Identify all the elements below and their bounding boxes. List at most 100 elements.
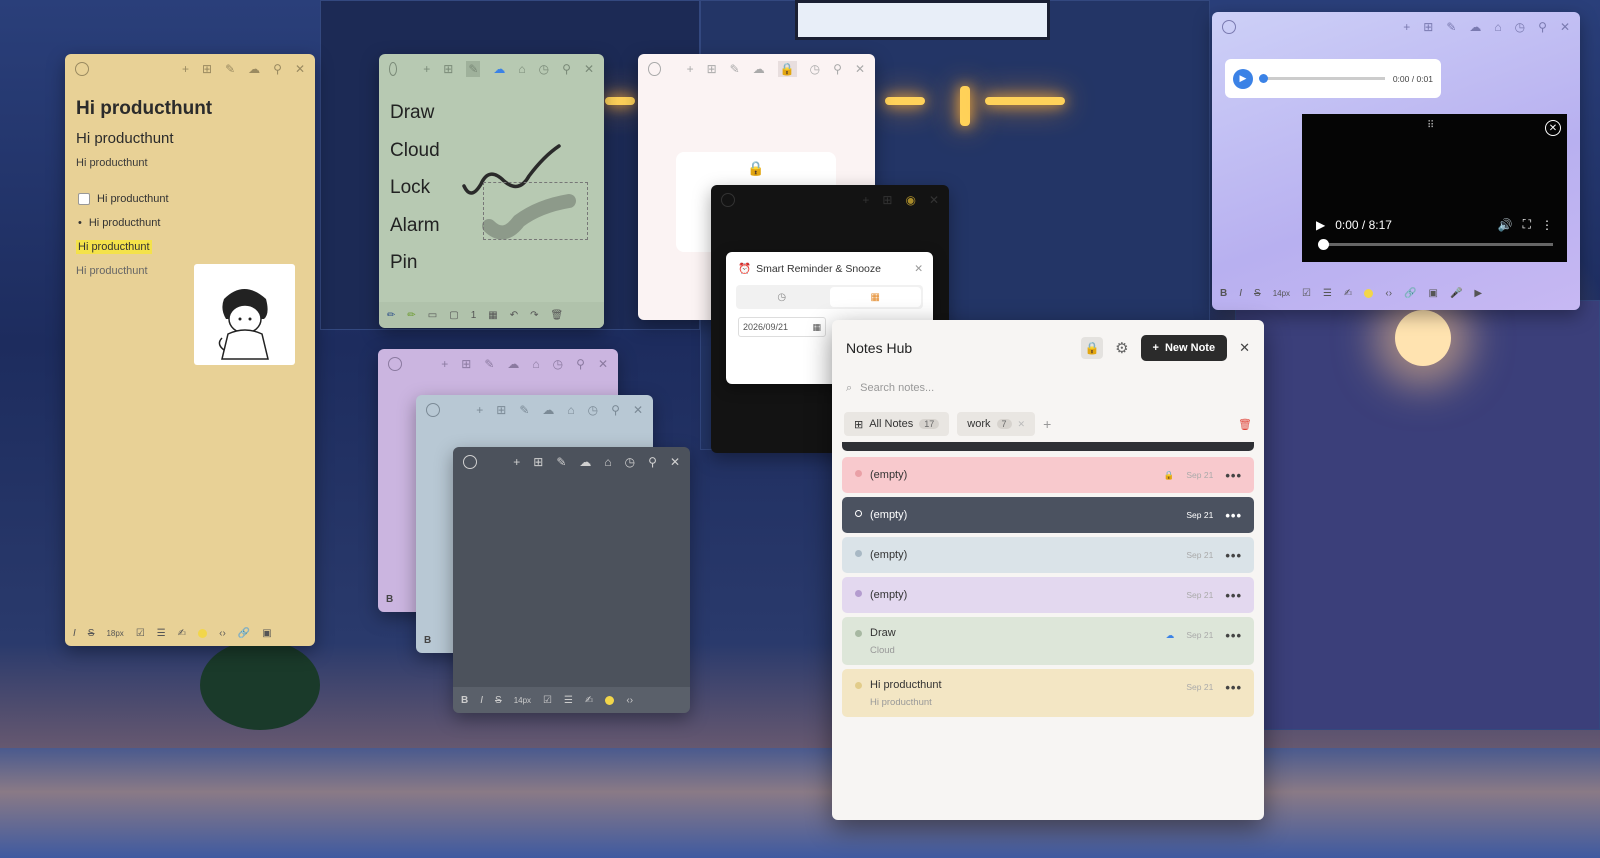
tab-work[interactable]: work 7 ✕ [957,412,1036,436]
note-titlebar[interactable]: + ⊞ ✎ ☁ ⚲ ✕ [65,54,315,84]
trash-icon[interactable]: 🗑 [1238,418,1252,431]
close-icon[interactable]: ✕ [929,194,939,206]
plus-icon[interactable]: + [513,456,520,468]
audio-player[interactable]: ▶ 0:00 / 0:01 [1225,59,1441,98]
media-note-window[interactable]: + ⊞ ✎ ☁ ⌂ ◷ ⚲ ✕ ▶ 0:00 / 0:01 ⠿ ✕ ▶ 0:00… [1212,12,1580,310]
grid-icon[interactable]: ⊞ [707,63,717,75]
pen-icon[interactable]: ✎ [730,63,740,75]
note-titlebar[interactable]: + ⊞ ✎ ☁ 🔒 ◷ ⚲ ✕ [638,54,875,84]
alarm-icon[interactable]: ◷ [588,404,598,416]
font-size-select[interactable]: 14px [514,696,531,705]
pen-icon[interactable]: ✎ [1446,21,1456,33]
more-icon[interactable]: ⋮ [1541,218,1553,232]
settings-gear-icon[interactable]: ⚙ [1115,339,1128,357]
alarm-icon[interactable]: ◷ [539,63,549,75]
italic-button[interactable]: I [480,695,483,706]
cloud-icon[interactable]: ☁ [493,63,505,75]
close-icon[interactable]: ✕ [914,263,923,275]
plus-icon[interactable]: + [476,404,483,416]
bold-button[interactable]: B [386,594,393,605]
grid-icon[interactable]: ⊞ [1423,21,1433,33]
list-icon[interactable]: ☰ [157,628,166,639]
notes-hub-window[interactable]: Notes Hub 🔒 ⚙ + New Note ✕ ⌕ Search notes… [832,320,1264,820]
more-options-icon[interactable]: ••• [1225,628,1242,643]
calendar-icon[interactable]: ▦ [812,322,821,333]
pin-icon[interactable]: ⚲ [1538,21,1547,33]
play-icon[interactable]: ▶ [1316,218,1325,232]
note-titlebar[interactable]: + ⊞ ✎ ☁ ⌂ ◷ ⚲ ✕ [1212,12,1580,42]
strike-button[interactable]: S [495,695,502,706]
image-icon[interactable]: ▣ [1429,288,1438,299]
search-bar[interactable]: ⌕ Search notes... [846,376,1250,400]
pin-icon[interactable]: ⚲ [562,63,571,75]
checklist-icon[interactable]: ☑ [543,695,552,706]
close-icon[interactable]: ✕ [584,63,594,75]
list-item[interactable]: Hi producthunt Hi producthunt Sep 21 ••• [842,669,1254,717]
highlight-color-icon[interactable] [198,628,208,638]
link-icon[interactable]: 🔗 [238,628,250,639]
color-circle-icon[interactable] [388,357,402,371]
list-icon[interactable]: ☰ [564,695,573,706]
highlight-color-icon[interactable] [605,695,615,705]
mic-icon[interactable]: 🎤 [1450,288,1462,299]
color-circle-icon[interactable] [389,62,398,76]
plus-icon[interactable]: + [1403,21,1410,33]
close-icon[interactable]: ✕ [633,404,643,416]
alarm-icon[interactable]: ◷ [625,456,635,468]
plus-icon[interactable]: + [441,358,448,370]
font-size-select[interactable]: 18px [106,629,123,638]
pin-icon[interactable]: ⚲ [833,63,842,75]
date-input[interactable]: 2026/09/21 ▦ [738,317,826,337]
highlight-color-icon[interactable] [1364,288,1374,298]
audio-seek-bar[interactable] [1259,74,1385,83]
note-titlebar[interactable]: + ⊞ ✎ ☁ ⌂ ◷ ⚲ ✕ [453,447,690,477]
color-circle-icon[interactable] [721,193,735,207]
close-icon[interactable]: ✕ [598,358,608,370]
lock-icon[interactable]: ⌂ [532,358,539,370]
pen-tool-icon[interactable]: ✏ [387,310,395,321]
strike-button[interactable]: S [88,628,95,639]
color-circle-icon[interactable] [75,62,89,76]
alarm-icon[interactable]: ◷ [553,358,563,370]
lock-icon[interactable]: ⌂ [567,404,574,416]
bold-button[interactable]: B [461,695,468,706]
drag-handle-icon[interactable]: ⠿ [1427,120,1434,131]
bold-button[interactable]: B [424,635,431,646]
note-titlebar[interactable]: + ⊞ ✎ ☁ ⌂ ◷ ⚲ ✕ [379,54,604,84]
alarm-icon[interactable]: ◷ [810,63,820,75]
list-icon[interactable]: ☰ [1323,288,1332,299]
shape-icon[interactable]: ▢ [449,310,458,321]
grid-icon[interactable]: ⊞ [533,456,543,468]
more-options-icon[interactable]: ••• [1225,680,1242,695]
bold-button[interactable]: B [1220,288,1227,299]
more-options-icon[interactable]: ••• [1225,468,1242,483]
volume-icon[interactable]: 🔊 [1498,218,1513,232]
fullscreen-icon[interactable]: ⛶ [1523,217,1531,232]
alarm-icon[interactable]: ◷ [1515,21,1525,33]
code-icon[interactable]: ‹› [1385,288,1392,299]
clear-page-icon[interactable]: ▦ [488,310,497,321]
remove-tab-icon[interactable]: ✕ [1018,419,1026,430]
tab-all-notes[interactable]: ⊞ All Notes 17 [844,412,950,436]
lock-icon[interactable]: ⌂ [1494,21,1501,33]
checkbox-item[interactable]: Hi producthunt [78,187,315,211]
video-seek-bar[interactable] [1318,239,1553,250]
search-input[interactable]: Search notes... [860,382,934,394]
add-tab-icon[interactable]: + [1043,416,1051,432]
cloud-icon[interactable]: ☁ [1469,21,1481,33]
color-circle-icon[interactable] [463,455,477,469]
italic-button[interactable]: I [1239,288,1242,299]
font-size-select[interactable]: 14px [1273,289,1290,298]
pen-icon[interactable]: ✎ [519,404,529,416]
video-player[interactable]: ⠿ ✕ ▶ 0:00 / 8:17 🔊 ⛶ ⋮ [1302,114,1567,262]
grid-icon[interactable]: ⊞ [443,63,453,75]
pen-icon[interactable]: ✎ [225,63,235,75]
note-titlebar[interactable]: + ⊞ ✎ ☁ ⌂ ◷ ⚲ ✕ [378,349,618,379]
checkbox[interactable] [78,193,90,205]
pin-icon[interactable]: ⚲ [576,358,585,370]
strike-button[interactable]: S [1254,288,1261,299]
list-item[interactable]: (empty) Sep 21 ••• [842,537,1254,573]
darkgray-note-window[interactable]: + ⊞ ✎ ☁ ⌂ ◷ ⚲ ✕ B I S 14px ☑ ☰ ✍ ‹› [453,447,690,713]
brush-icon[interactable]: ✍ [178,628,186,639]
yellow-note-window[interactable]: + ⊞ ✎ ☁ ⚲ ✕ Hi producthunt Hi producthun… [65,54,315,646]
